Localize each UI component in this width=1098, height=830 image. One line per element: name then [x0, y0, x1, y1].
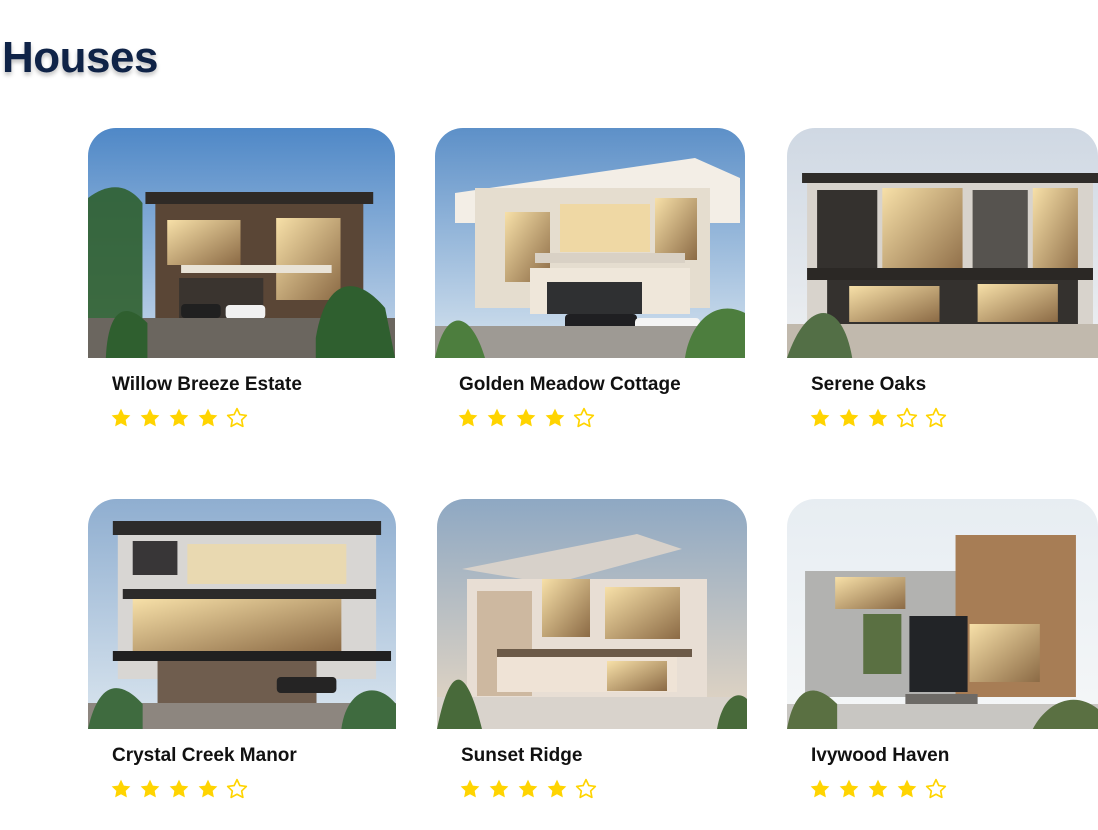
filled-star-icon: [110, 778, 132, 800]
house-name[interactable]: Crystal Creek Manor: [112, 745, 396, 768]
filled-star-icon: [544, 407, 566, 429]
filled-star-icon: [488, 778, 510, 800]
empty-star-icon: [925, 407, 947, 429]
filled-star-icon: [168, 407, 190, 429]
house-photo: [88, 128, 395, 358]
house-name[interactable]: Sunset Ridge: [461, 745, 747, 768]
filled-star-icon: [809, 778, 831, 800]
house-card[interactable]: Golden Meadow Cottage: [435, 128, 745, 429]
filled-star-icon: [110, 407, 132, 429]
filled-star-icon: [139, 407, 161, 429]
house-name[interactable]: Ivywood Haven: [811, 745, 1098, 768]
filled-star-icon: [809, 407, 831, 429]
house-card[interactable]: Sunset Ridge: [437, 499, 747, 800]
filled-star-icon: [197, 778, 219, 800]
filled-star-icon: [838, 778, 860, 800]
filled-star-icon: [515, 407, 537, 429]
house-photo: [787, 499, 1098, 729]
filled-star-icon: [517, 778, 539, 800]
house-name[interactable]: Serene Oaks: [811, 374, 1098, 397]
house-image[interactable]: [435, 128, 745, 358]
house-card[interactable]: Ivywood Haven: [787, 499, 1098, 800]
house-image[interactable]: [787, 128, 1098, 358]
filled-star-icon: [896, 778, 918, 800]
filled-star-icon: [459, 778, 481, 800]
house-image[interactable]: [88, 128, 395, 358]
house-photo: [88, 499, 396, 729]
empty-star-icon: [573, 407, 595, 429]
rating-stars: [457, 407, 745, 429]
house-image[interactable]: [437, 499, 747, 729]
empty-star-icon: [925, 778, 947, 800]
house-image[interactable]: [787, 499, 1098, 729]
filled-star-icon: [197, 407, 219, 429]
empty-star-icon: [226, 778, 248, 800]
house-photo: [435, 128, 745, 358]
filled-star-icon: [838, 407, 860, 429]
page-title: Houses: [2, 33, 158, 82]
rating-stars: [809, 778, 1098, 800]
empty-star-icon: [896, 407, 918, 429]
house-photo: [787, 128, 1098, 358]
filled-star-icon: [546, 778, 568, 800]
rating-stars: [809, 407, 1098, 429]
house-card[interactable]: Willow Breeze Estate: [88, 128, 395, 429]
filled-star-icon: [867, 407, 889, 429]
filled-star-icon: [139, 778, 161, 800]
filled-star-icon: [457, 407, 479, 429]
filled-star-icon: [486, 407, 508, 429]
house-name[interactable]: Willow Breeze Estate: [112, 374, 395, 397]
rating-stars: [459, 778, 747, 800]
empty-star-icon: [575, 778, 597, 800]
house-image[interactable]: [88, 499, 396, 729]
house-card[interactable]: Serene Oaks: [787, 128, 1098, 429]
house-photo: [437, 499, 747, 729]
filled-star-icon: [168, 778, 190, 800]
filled-star-icon: [867, 778, 889, 800]
rating-stars: [110, 407, 395, 429]
house-card[interactable]: Crystal Creek Manor: [88, 499, 396, 800]
house-name[interactable]: Golden Meadow Cottage: [459, 374, 745, 397]
empty-star-icon: [226, 407, 248, 429]
rating-stars: [110, 778, 396, 800]
